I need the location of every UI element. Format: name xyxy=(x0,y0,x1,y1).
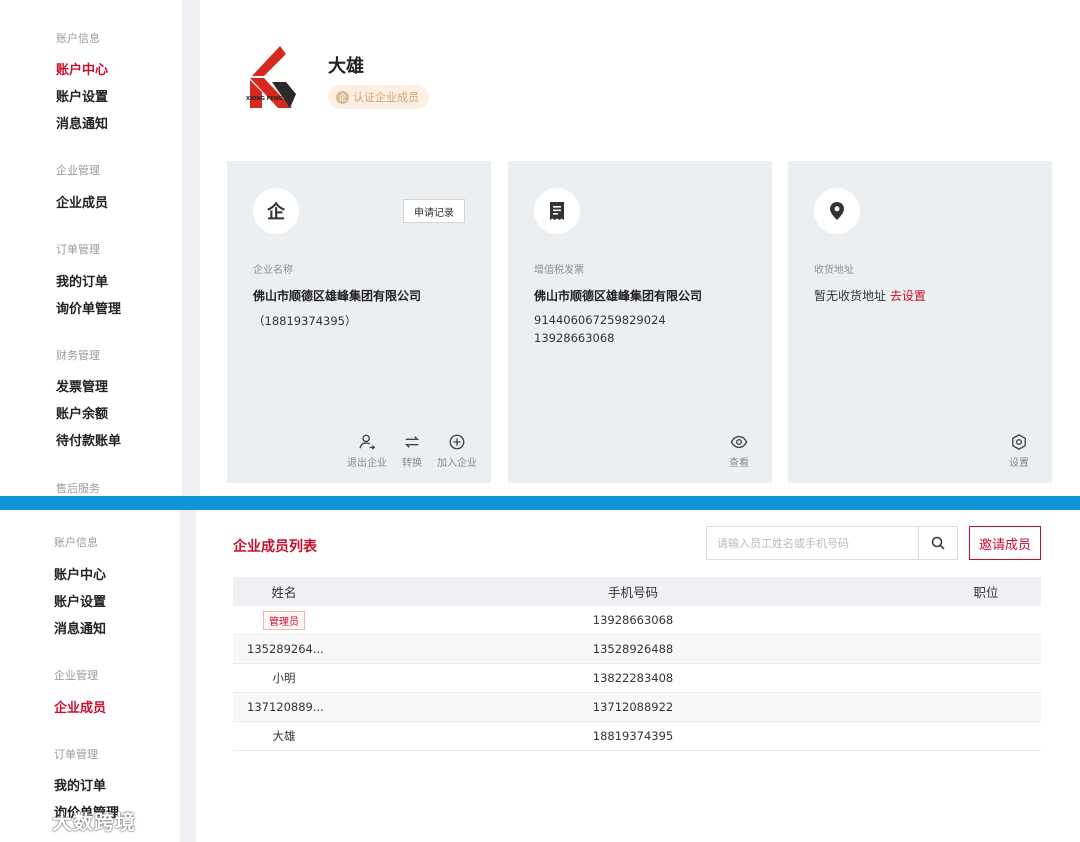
invoice-actions: 查看 xyxy=(720,433,758,469)
sidebar-item-notifications[interactable]: 消息通知 xyxy=(54,618,106,637)
company-phone: （18819374395） xyxy=(253,314,357,328)
sidebar-bottom: 账户信息 账户中心 账户设置 消息通知 企业管理 企业成员 订单管理 我的订单 … xyxy=(0,510,180,842)
table-row[interactable]: 小明 13822283408 xyxy=(233,664,1041,693)
svg-text:XIONG FENG: XIONG FENG xyxy=(246,96,282,102)
add-circle-icon xyxy=(449,434,465,450)
watermark-logo-icon xyxy=(8,813,46,830)
sidebar-section-finance: 财务管理 xyxy=(56,349,100,362)
column-position: 职位 xyxy=(973,585,999,600)
sidebar-section-orders: 订单管理 xyxy=(56,243,100,256)
sidebar-item-pending-bills[interactable]: 待付款账单 xyxy=(56,430,121,449)
sidebar-item-account-center[interactable]: 账户中心 xyxy=(56,59,108,78)
sidebar-item-my-orders[interactable]: 我的订单 xyxy=(54,775,106,794)
company-name-label: 企业名称 xyxy=(253,265,293,276)
member-name: 135289264... xyxy=(247,642,324,656)
sidebar-section-after-sales: 售后服务 xyxy=(56,482,100,495)
member-phone: 13822283408 xyxy=(592,671,674,685)
sidebar-item-my-orders[interactable]: 我的订单 xyxy=(56,271,108,290)
account-center-panel: 账户信息 账户中心 账户设置 消息通知 企业管理 企业成员 订单管理 我的订单 … xyxy=(0,0,1080,496)
member-list-panel: 账户信息 账户中心 账户设置 消息通知 企业管理 企业成员 订单管理 我的订单 … xyxy=(0,510,1080,842)
invoice-icon xyxy=(534,188,580,234)
swap-icon xyxy=(404,436,420,448)
settings-icon xyxy=(1012,434,1026,450)
sidebar-section-enterprise: 企业管理 xyxy=(56,164,100,177)
invoice-company-name: 佛山市顺德区雄峰集团有限公司 xyxy=(534,289,703,303)
member-table: 姓名 手机号码 职位 管理员 13928663068 135289264... … xyxy=(233,577,1041,751)
sidebar-item-members[interactable]: 企业成员 xyxy=(54,697,106,716)
company-actions: 退出企业 转换 加入企业 xyxy=(347,433,477,469)
address-settings-button[interactable]: 设置 xyxy=(1000,433,1038,469)
column-name: 姓名 xyxy=(271,585,297,600)
member-name: 管理员 xyxy=(233,610,335,630)
member-name: 137120889... xyxy=(247,700,324,714)
sidebar-item-balance[interactable]: 账户余额 xyxy=(56,403,108,422)
search-icon xyxy=(931,536,945,550)
sidebar-item-notifications[interactable]: 消息通知 xyxy=(56,113,108,132)
member-list-title: 企业成员列表 xyxy=(233,539,317,555)
member-phone: 13712088922 xyxy=(592,700,674,714)
members-main: 企业成员列表 邀请成员 姓名 手机号码 职位 管理员 13928663068 xyxy=(200,510,1080,842)
sidebar-item-account-settings[interactable]: 账户设置 xyxy=(56,86,108,105)
certified-icon: 企 xyxy=(336,90,349,104)
sidebar-item-account-settings[interactable]: 账户设置 xyxy=(54,591,106,610)
invoice-phone: 13928663068 xyxy=(534,331,615,345)
account-main: XIONG FENG 大雄 企 认证企业成员 企 申请记录 企业名称 佛山市顺德… xyxy=(200,0,1080,496)
sidebar-section-account: 账户信息 xyxy=(56,32,100,45)
table-row[interactable]: 137120889... 13712088922 xyxy=(233,693,1041,722)
sidebar-item-inquiries[interactable]: 询价单管理 xyxy=(56,298,121,317)
address-actions: 设置 xyxy=(1000,433,1038,469)
table-row[interactable]: 管理员 13928663068 xyxy=(233,606,1041,635)
table-body: 管理员 13928663068 135289264... 13528926488… xyxy=(233,606,1041,751)
member-phone: 18819374395 xyxy=(592,729,674,743)
layout-gutter xyxy=(182,0,200,496)
user-exit-icon xyxy=(359,434,376,450)
sidebar: 账户信息 账户中心 账户设置 消息通知 企业管理 企业成员 订单管理 我的订单 … xyxy=(0,0,182,496)
address-empty-text: 暂无收货地址 xyxy=(814,289,887,303)
apply-records-button[interactable]: 申请记录 xyxy=(403,199,465,223)
invite-member-button[interactable]: 邀请成员 xyxy=(969,526,1041,560)
company-name: 佛山市顺德区雄峰集团有限公司 xyxy=(253,289,422,303)
join-company-button[interactable]: 加入企业 xyxy=(437,433,477,469)
eye-icon xyxy=(730,435,748,449)
sidebar-section-enterprise: 企业管理 xyxy=(54,669,98,682)
certified-badge-label: 认证企业成员 xyxy=(353,91,419,104)
sidebar-item-members[interactable]: 企业成员 xyxy=(56,192,108,211)
company-card: 企 申请记录 企业名称 佛山市顺德区雄峰集团有限公司 （18819374395）… xyxy=(227,161,491,483)
search-button[interactable] xyxy=(918,527,957,559)
sidebar-item-account-center[interactable]: 账户中心 xyxy=(54,564,106,583)
member-phone: 13528926488 xyxy=(592,642,674,656)
panel-divider xyxy=(0,496,1080,510)
company-short-name: 大雄 xyxy=(328,56,364,77)
layout-gutter xyxy=(180,510,196,842)
address-empty: 暂无收货地址 去设置 xyxy=(814,287,926,304)
member-name: 小明 xyxy=(272,671,296,685)
leave-company-button[interactable]: 退出企业 xyxy=(347,433,387,469)
column-phone: 手机号码 xyxy=(607,585,658,600)
member-name: 大雄 xyxy=(272,729,296,743)
member-phone: 13928663068 xyxy=(592,613,674,627)
sidebar-section-account: 账户信息 xyxy=(54,536,98,549)
invoice-label: 增值税发票 xyxy=(534,265,584,276)
invoice-tax-id: 914406067259829024 xyxy=(534,313,666,327)
address-label: 收货地址 xyxy=(814,265,854,276)
table-row[interactable]: 大雄 18819374395 xyxy=(233,722,1041,751)
view-invoice-button[interactable]: 查看 xyxy=(720,433,758,469)
table-row[interactable]: 135289264... 13528926488 xyxy=(233,635,1041,664)
certified-badge: 企 认证企业成员 xyxy=(328,85,429,109)
set-address-link[interactable]: 去设置 xyxy=(890,289,926,303)
watermark-text: 大数跨境 xyxy=(52,810,136,834)
table-header: 姓名 手机号码 职位 xyxy=(233,577,1041,606)
admin-tag: 管理员 xyxy=(263,610,305,630)
member-search-input[interactable] xyxy=(707,527,919,559)
sidebar-item-invoices[interactable]: 发票管理 xyxy=(56,376,108,395)
switch-company-button[interactable]: 转换 xyxy=(393,433,431,469)
enterprise-icon: 企 xyxy=(253,188,299,234)
member-search xyxy=(706,526,958,560)
invoice-card: 增值税发票 佛山市顺德区雄峰集团有限公司 914406067259829024 … xyxy=(508,161,772,483)
company-logo: XIONG FENG xyxy=(246,46,298,112)
sidebar-section-orders: 订单管理 xyxy=(54,748,98,761)
watermark: 大数跨境 xyxy=(6,806,136,835)
location-pin-icon xyxy=(814,188,860,234)
address-card: 收货地址 暂无收货地址 去设置 设置 xyxy=(788,161,1052,483)
